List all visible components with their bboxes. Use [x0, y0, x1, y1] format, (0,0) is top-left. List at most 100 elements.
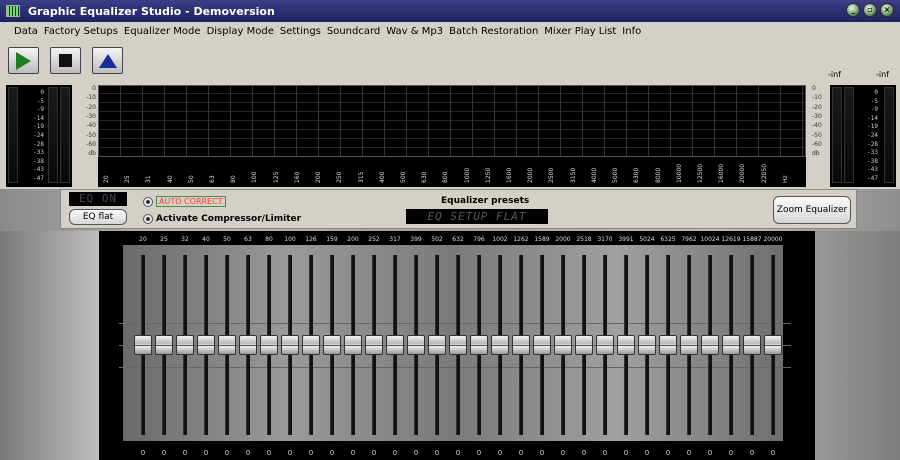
db-scale-tick: -10: [812, 94, 822, 102]
close-button[interactable]: ×: [880, 3, 894, 17]
vu-scale-tick: -19: [33, 123, 44, 131]
eq-slider-knob[interactable]: [281, 335, 299, 355]
eq-slider-knob[interactable]: [176, 335, 194, 355]
zoom-equalizer-button[interactable]: Zoom Equalizer: [773, 196, 851, 224]
vu-scale-tick: -47: [867, 175, 878, 182]
play-button[interactable]: [8, 47, 39, 74]
db-scale-tick: -30: [86, 112, 96, 120]
menu-soundcard[interactable]: Soundcard: [327, 26, 380, 37]
frequency-tick: 16000: [718, 163, 726, 183]
eq-band-value: 0: [413, 449, 419, 457]
presets-label: Equalizer presets: [441, 196, 530, 206]
frequency-tick: 1000: [463, 167, 471, 183]
eq-band-value: 0: [392, 449, 398, 457]
eq-slider-knob[interactable]: [260, 335, 278, 355]
vu-left-peak-label: -inf: [828, 70, 841, 79]
eq-slider-knob[interactable]: [491, 335, 509, 355]
eq-band: 40 0: [196, 231, 216, 460]
eq-band: 3991 0: [616, 231, 636, 460]
vu-meter-right: 0 -5 -9 -14 -19 -24 -28 -33 -38 -43 -47: [830, 85, 896, 187]
eq-slider-knob[interactable]: [722, 335, 740, 355]
eq-slider-knob[interactable]: [239, 335, 257, 355]
eq-slider-knob[interactable]: [302, 335, 320, 355]
menu-info[interactable]: Info: [622, 26, 641, 37]
eq-slider-knob[interactable]: [764, 335, 782, 355]
frequency-tick: 63: [209, 175, 217, 183]
eject-button[interactable]: [92, 47, 123, 74]
eq-slider-knob[interactable]: [407, 335, 425, 355]
eq-band-value: 0: [350, 449, 356, 457]
db-scale-tick: 0: [92, 85, 96, 92]
eq-band-value: 0: [497, 449, 503, 457]
radio-icon: [143, 214, 153, 224]
eq-slider-knob[interactable]: [365, 335, 383, 355]
eq-slider-knob[interactable]: [638, 335, 656, 355]
db-scale-left: 0 -10 -20 -30 -40 -50 -60 db: [80, 85, 98, 185]
control-strip: EQ ON EQ flat AUTO CORRECT Activate Comp…: [0, 189, 900, 231]
eq-slider-knob[interactable]: [155, 335, 173, 355]
vu-scale-tick: -33: [33, 149, 44, 157]
frequency-tick: 500: [399, 171, 407, 183]
vu-bar: [884, 87, 894, 183]
eq-slider-knob[interactable]: [344, 335, 362, 355]
frequency-tick: 3150: [569, 167, 577, 183]
db-scale-tick: db: [812, 150, 820, 158]
minimize-button[interactable]: _: [846, 3, 860, 17]
menu-equalizer-mode[interactable]: Equalizer Mode: [124, 26, 201, 37]
eq-slider-knob[interactable]: [743, 335, 761, 355]
eq-slider-knob[interactable]: [197, 335, 215, 355]
frequency-tick: 10000: [675, 163, 683, 183]
menu-data[interactable]: Data: [14, 26, 38, 37]
menu-factory-setups[interactable]: Factory Setups: [44, 26, 118, 37]
vu-scale-tick: -9: [870, 106, 878, 114]
eq-band: 5024 0: [637, 231, 657, 460]
eq-band-value: 0: [245, 449, 251, 457]
eq-slider-knob[interactable]: [680, 335, 698, 355]
eq-slider-knob[interactable]: [533, 335, 551, 355]
auto-correct-option[interactable]: AUTO CORRECT: [143, 196, 226, 207]
eq-slider-knob[interactable]: [386, 335, 404, 355]
eq-band: 1589 0: [532, 231, 552, 460]
vu-scale-tick: -24: [33, 132, 44, 139]
eq-slider-knob[interactable]: [512, 335, 530, 355]
eq-slider-knob[interactable]: [323, 335, 341, 355]
compressor-option[interactable]: Activate Compressor/Limiter: [143, 214, 301, 224]
stop-button[interactable]: [50, 47, 81, 74]
vu-bar: [48, 87, 58, 183]
menu-mixer-play-list[interactable]: Mixer Play List: [544, 26, 616, 37]
menu-wav-mp3[interactable]: Wav & Mp3: [386, 26, 443, 37]
frequency-tick: 4000: [590, 167, 598, 183]
vu-scale-tick: -47: [33, 175, 44, 182]
eq-slider-knob[interactable]: [470, 335, 488, 355]
vu-bar: [832, 87, 842, 183]
eq-slider-knob[interactable]: [428, 335, 446, 355]
stop-icon: [59, 54, 72, 67]
eq-band-value: 0: [203, 449, 209, 457]
eq-band-value: 0: [329, 449, 335, 457]
vu-scale-tick: -38: [33, 157, 44, 165]
eq-band: 200 0: [343, 231, 363, 460]
window-title: Graphic Equalizer Studio - Demoversion: [28, 4, 275, 18]
eq-slider-knob[interactable]: [218, 335, 236, 355]
eq-slider-knob[interactable]: [659, 335, 677, 355]
restore-button[interactable]: ▫: [863, 3, 877, 17]
menu-settings[interactable]: Settings: [280, 26, 321, 37]
eq-flat-button[interactable]: EQ flat: [69, 209, 127, 225]
eq-slider-knob[interactable]: [596, 335, 614, 355]
vu-scale: 0 -5 -9 -14 -19 -24 -28 -33 -38 -43 -47: [22, 89, 44, 185]
eq-slider-knob[interactable]: [575, 335, 593, 355]
preset-display[interactable]: EQ SETUP FLAT: [406, 209, 548, 224]
eq-slider-knob[interactable]: [134, 335, 152, 355]
eq-slider-knob[interactable]: [617, 335, 635, 355]
eq-slider-knob[interactable]: [701, 335, 719, 355]
eq-slider-knob[interactable]: [449, 335, 467, 355]
eq-slider-knob[interactable]: [554, 335, 572, 355]
eq-band-value: 0: [476, 449, 482, 457]
menu-display-mode[interactable]: Display Mode: [207, 26, 274, 37]
menu-batch-restoration[interactable]: Batch Restoration: [449, 26, 538, 37]
vu-scale-tick: 0: [40, 89, 44, 96]
eq-band-value: 0: [455, 449, 461, 457]
eq-band: 100 0: [280, 231, 300, 460]
eq-band-value: 0: [266, 449, 272, 457]
eq-band: 7962 0: [679, 231, 699, 460]
